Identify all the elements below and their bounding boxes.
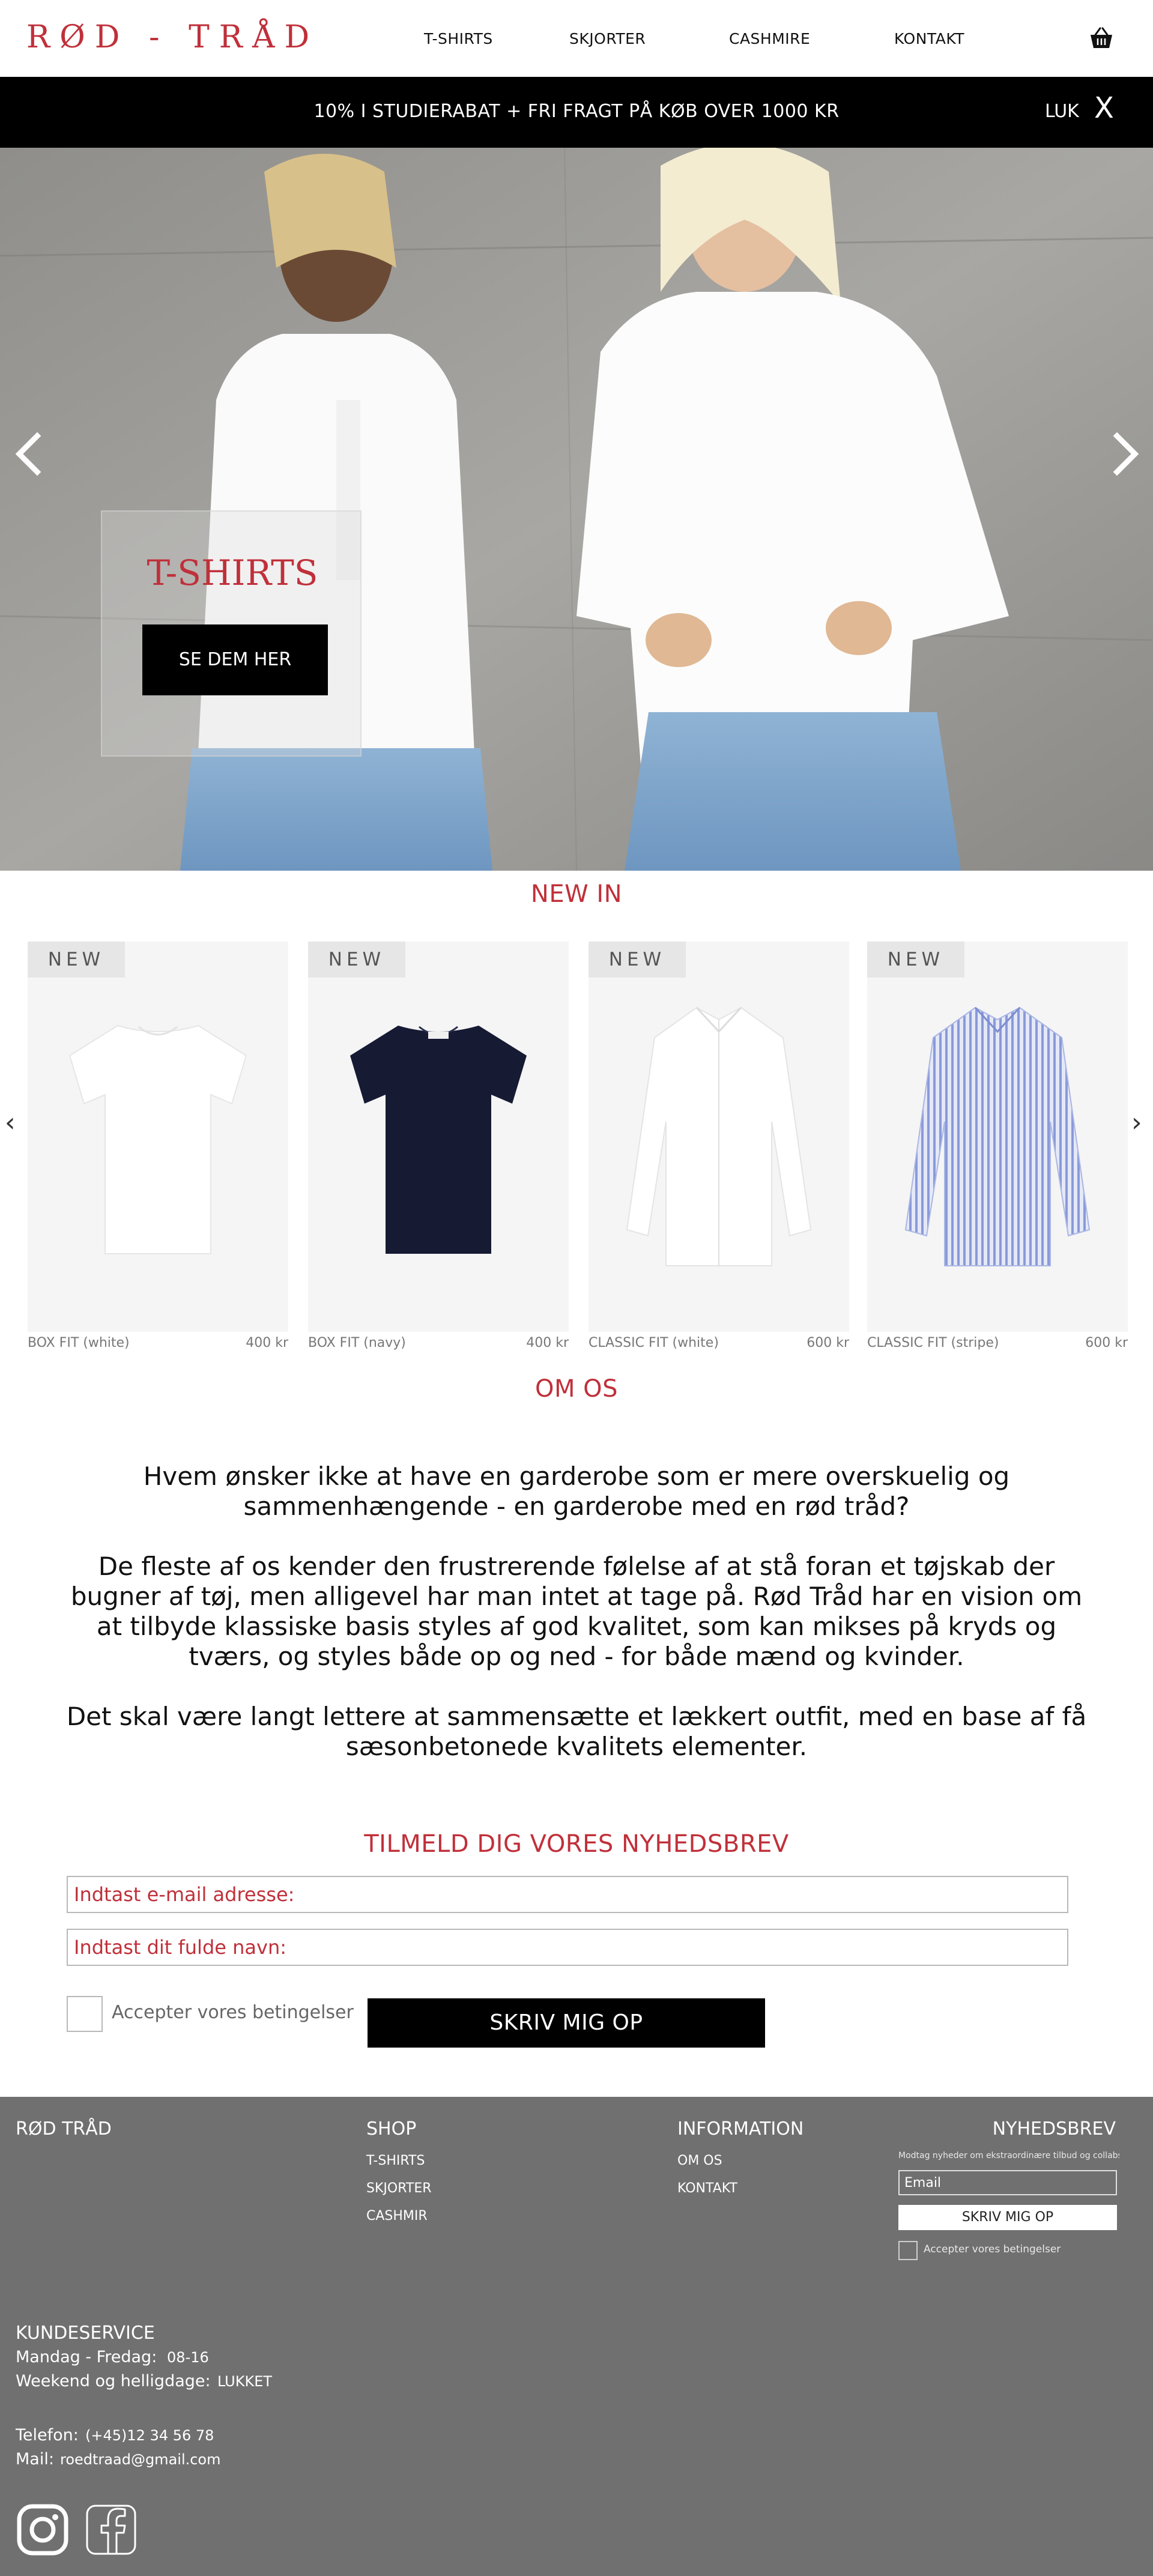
banner-close-label[interactable]: LUK bbox=[1045, 101, 1079, 122]
product-name[interactable]: BOX FIT (white) bbox=[28, 1335, 130, 1350]
site-header: RØD - TRÅD T-SHIRTS SKJORTER CASHMIRE KO… bbox=[0, 0, 1153, 77]
name-field[interactable] bbox=[67, 1929, 1068, 1966]
hero-slider: T-SHIRTS SE DEM HER bbox=[0, 148, 1153, 871]
footer-information-heading: INFORMATION bbox=[677, 2118, 804, 2139]
customer-service-heading: KUNDESERVICE bbox=[16, 2323, 155, 2344]
footer-link-cashmir[interactable]: CASHMIR bbox=[366, 2209, 428, 2224]
site-footer: RØD TRÅD SHOP T-SHIRTS SKJORTER CASHMIR … bbox=[0, 2097, 1153, 2576]
new-badge: NEW bbox=[867, 942, 964, 978]
see-them-button[interactable]: SE DEM HER bbox=[142, 624, 328, 695]
facebook-icon[interactable] bbox=[84, 2503, 138, 2557]
chevron-left-icon[interactable]: ‹ bbox=[5, 1110, 16, 1136]
product-price: 400 kr bbox=[246, 1335, 288, 1350]
nav-item-skjorter[interactable]: SKJORTER bbox=[569, 30, 646, 47]
product-card[interactable]: NEW BOX FIT (white) 400 kr bbox=[28, 942, 288, 1356]
product-card[interactable]: NEW BOX FIT (navy) 400 kr bbox=[308, 942, 569, 1356]
basket-icon[interactable] bbox=[1088, 26, 1115, 50]
newsletter-heading: TILMELD DIG VORES NYHEDSBREV bbox=[364, 1830, 789, 1858]
product-image bbox=[308, 942, 569, 1332]
terms-checkbox[interactable] bbox=[67, 1996, 103, 2032]
product-name[interactable]: CLASSIC FIT (white) bbox=[589, 1335, 719, 1350]
new-badge: NEW bbox=[589, 942, 686, 978]
footer-link-om-os[interactable]: OM OS bbox=[677, 2153, 722, 2168]
chevron-left-icon[interactable] bbox=[11, 430, 47, 478]
weekday-hours-value: 08-16 bbox=[167, 2349, 209, 2366]
product-price: 600 kr bbox=[806, 1335, 849, 1350]
instagram-icon[interactable] bbox=[16, 2503, 70, 2557]
new-badge: NEW bbox=[308, 942, 405, 978]
phone-label: Telefon: bbox=[16, 2426, 79, 2444]
weekend-hours-label: Weekend og helligdage: bbox=[16, 2372, 211, 2390]
footer-link-tshirts[interactable]: T-SHIRTS bbox=[366, 2153, 425, 2168]
phone-value[interactable]: (+45)12 34 56 78 bbox=[85, 2427, 214, 2444]
chevron-right-icon[interactable]: › bbox=[1131, 1110, 1142, 1136]
product-name[interactable]: BOX FIT (navy) bbox=[308, 1335, 406, 1350]
product-name[interactable]: CLASSIC FIT (stripe) bbox=[867, 1335, 999, 1350]
footer-brand: RØD TRÅD bbox=[16, 2118, 112, 2139]
product-card[interactable]: NEW CLASSIC FIT (stripe) 600 kr bbox=[867, 942, 1128, 1356]
promo-banner: 10% I STUDIERABAT + FRI FRAGT PÅ KØB OVE… bbox=[0, 77, 1153, 148]
footer-link-skjorter[interactable]: SKJORTER bbox=[366, 2181, 432, 2196]
footer-terms-checkbox[interactable] bbox=[898, 2241, 918, 2260]
mail-label: Mail: bbox=[16, 2450, 54, 2469]
footer-email-field[interactable] bbox=[898, 2170, 1117, 2195]
nav-item-cashmire[interactable]: CASHMIRE bbox=[729, 30, 810, 47]
email-field[interactable] bbox=[67, 1876, 1068, 1913]
product-image bbox=[867, 942, 1128, 1332]
about-paragraph-1: Hvem ønsker ikke at have en garderobe so… bbox=[143, 1462, 1010, 1521]
footer-newsletter-description: Modtag nyheder om ekstraordinære tilbud … bbox=[898, 2151, 1119, 2160]
nav-item-kontakt[interactable]: KONTAKT bbox=[894, 30, 964, 47]
new-in-heading: NEW IN bbox=[530, 880, 623, 908]
weekend-hours-value: LUKKET bbox=[217, 2373, 273, 2390]
footer-shop-heading: SHOP bbox=[366, 2118, 417, 2139]
footer-newsletter-heading: NYHEDSBREV bbox=[992, 2118, 1116, 2139]
nav-item-tshirts[interactable]: T-SHIRTS bbox=[424, 30, 493, 47]
chevron-right-icon[interactable] bbox=[1107, 430, 1143, 478]
hero-image bbox=[0, 148, 1153, 871]
product-price: 600 kr bbox=[1085, 1335, 1128, 1350]
site-logo[interactable]: RØD - TRÅD bbox=[26, 19, 319, 55]
product-card[interactable]: NEW CLASSIC FIT (white) 600 kr bbox=[589, 942, 849, 1356]
terms-label: Accepter vores betingelser bbox=[112, 2002, 354, 2023]
about-paragraph-2: De fleste af os kender den frustrerende … bbox=[70, 1552, 1083, 1671]
about-heading: OM OS bbox=[534, 1375, 619, 1403]
new-badge: NEW bbox=[28, 942, 125, 978]
footer-link-kontakt[interactable]: KONTAKT bbox=[677, 2181, 737, 2196]
mail-value[interactable]: roedtraad@gmail.com bbox=[60, 2451, 221, 2468]
product-image bbox=[28, 942, 288, 1332]
promo-banner-text: 10% I STUDIERABAT + FRI FRAGT PÅ KØB OVE… bbox=[313, 101, 840, 122]
hero-card: T-SHIRTS SE DEM HER bbox=[101, 510, 362, 757]
hero-title: T-SHIRTS bbox=[147, 552, 318, 593]
footer-signup-button[interactable]: SKRIV MIG OP bbox=[898, 2205, 1117, 2230]
signup-button[interactable]: SKRIV MIG OP bbox=[368, 1998, 765, 2048]
weekday-hours-label: Mandag - Fredag: bbox=[16, 2348, 157, 2366]
close-icon[interactable]: X bbox=[1094, 94, 1114, 122]
about-paragraph-3: Det skal være langt lettere at sammensæt… bbox=[66, 1702, 1087, 1761]
product-image bbox=[589, 942, 849, 1332]
product-price: 400 kr bbox=[526, 1335, 569, 1350]
footer-terms-label: Accepter vores betingelser bbox=[924, 2243, 1061, 2255]
